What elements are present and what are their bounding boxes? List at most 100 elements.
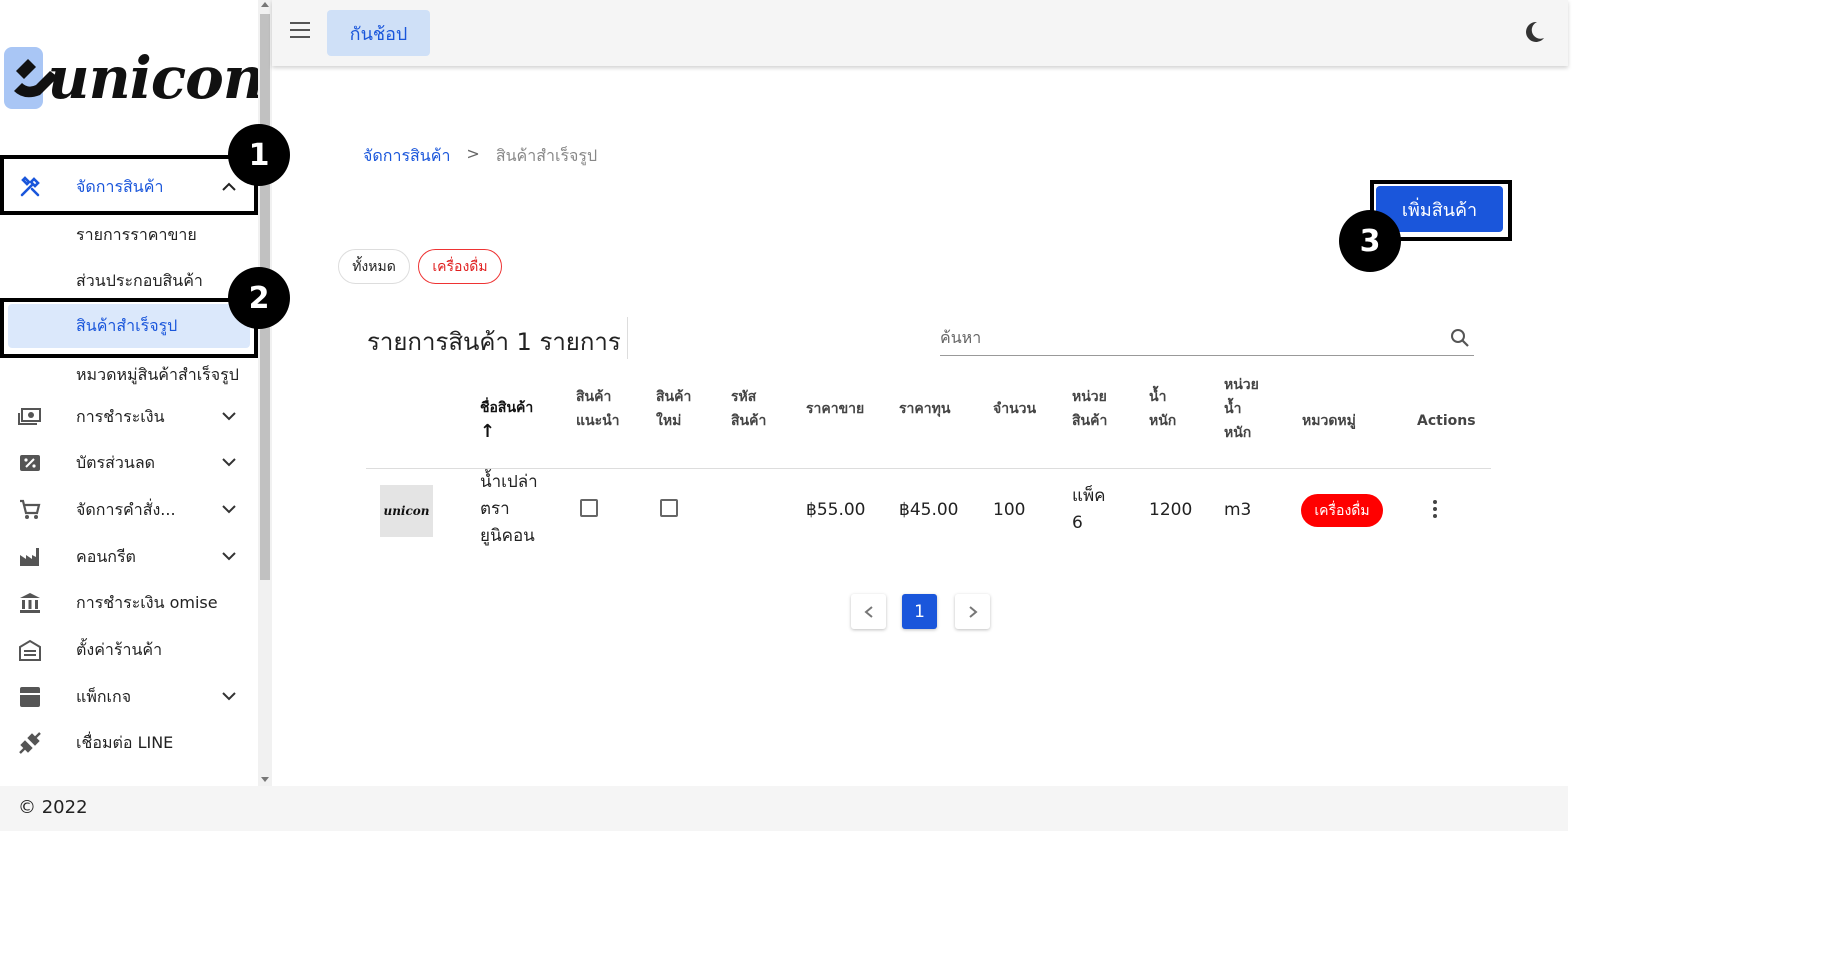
sidebar-item-label: คอนกรีต (76, 546, 136, 566)
column-header-label: หน่วย (1072, 389, 1107, 405)
store-name-button[interactable]: กันช้อป (327, 10, 430, 56)
chevron-down-icon (222, 552, 236, 561)
hamburger-menu-icon[interactable] (290, 22, 314, 42)
filter-chip-all[interactable]: ทั้งหมด (338, 249, 410, 284)
column-header-label: น้ำ (1149, 389, 1167, 405)
sidebar-item-store-settings[interactable]: ตั้งค่าร้านค้า (0, 627, 258, 673)
breadcrumb-link-manage-products[interactable]: จัดการสินค้า (363, 144, 450, 169)
cell-text: น้ำเปล่า (480, 472, 538, 492)
column-header-price[interactable]: ราคาขาย (806, 397, 864, 421)
package-icon (18, 686, 42, 708)
product-thumbnail[interactable]: unicon (380, 485, 433, 537)
new-product-checkbox[interactable] (660, 499, 678, 517)
column-header-weight[interactable]: น้ำ หนัก (1149, 385, 1176, 433)
cash-icon (18, 406, 42, 428)
cell-unit: แพ็ค 6 (1072, 483, 1106, 537)
column-header-category[interactable]: หมวดหมู่ (1302, 409, 1356, 433)
column-header-name[interactable]: ชื่อสินค้า ↑ (480, 396, 533, 444)
column-header-label: หนัก (1224, 425, 1252, 441)
cell-text: 6 (1072, 513, 1083, 533)
annotation-box-2 (0, 298, 258, 358)
sidebar: unicon จัดการสินค้า รายการราคาขาย ส่วนปร… (0, 0, 260, 786)
logo-mark-icon (4, 47, 58, 109)
coupon-icon (18, 452, 42, 474)
sidebar-item-label: การชำระเงิน omise (76, 592, 218, 612)
column-header-label: หนัก (1149, 413, 1177, 429)
sidebar-item-label: จัดการคำสั่ง... (76, 499, 176, 519)
sidebar-item-packages[interactable]: แพ็กเกจ (0, 674, 258, 720)
category-badge: เครื่องดื่ม (1301, 494, 1383, 527)
sidebar-item-payment[interactable]: การชำระเงิน (0, 394, 258, 440)
brand-logo[interactable]: unicon (4, 40, 260, 116)
annotation-badge-1: 1 (228, 124, 290, 186)
sort-arrow-icon[interactable]: ↑ (480, 420, 533, 444)
sidebar-item-line-connect[interactable]: เชื่อมต่อ LINE (0, 720, 258, 766)
cell-weight: 1200 (1149, 500, 1193, 520)
column-header-label: ใหม่ (656, 413, 682, 429)
cell-text: แพ็ค (1072, 486, 1106, 506)
plug-icon (18, 732, 42, 754)
pagination-page-current[interactable]: 1 (902, 594, 937, 629)
cell-product-name: น้ำเปล่า ตรา ยูนิคอน (480, 469, 538, 550)
column-header-label: หน่วย (1224, 377, 1259, 393)
annotation-badge-3: 3 (1339, 210, 1401, 272)
sidebar-subitem-components[interactable]: ส่วนประกอบสินค้า (0, 257, 258, 303)
chevron-left-icon (863, 605, 873, 618)
sidebar-subitem-label: รายการราคาขาย (76, 225, 197, 244)
recommended-checkbox[interactable] (580, 499, 598, 517)
sidebar-subitem-price-list[interactable]: รายการราคาขาย (0, 211, 258, 257)
sidebar-subitem-label: หมวดหมู่สินค้าสำเร็จรูป (76, 365, 239, 384)
sidebar-item-label: แพ็กเกจ (76, 686, 132, 706)
chevron-down-icon (222, 458, 236, 467)
copyright-text: © 2022 (18, 797, 88, 818)
bank-icon (18, 592, 42, 614)
scroll-down-arrow-icon[interactable] (261, 777, 269, 782)
search-field (940, 322, 1474, 356)
column-header-recommended[interactable]: สินค้า แนะนำ (576, 385, 620, 433)
sidebar-item-omise-payment[interactable]: การชำระเงิน omise (0, 580, 258, 626)
factory-icon (18, 546, 42, 568)
divider (627, 317, 628, 359)
column-header-label: ชื่อสินค้า (480, 400, 534, 416)
dark-mode-toggle-icon[interactable] (1522, 20, 1546, 44)
sidebar-scrollbar[interactable] (258, 0, 272, 786)
row-actions-kebab-icon[interactable] (1433, 500, 1439, 520)
breadcrumb-separator: > (466, 144, 480, 163)
pagination-prev-button[interactable] (851, 594, 886, 629)
column-header-label: น้ำ (1224, 401, 1242, 417)
chevron-down-icon (222, 412, 236, 421)
column-header-new[interactable]: สินค้า ใหม่ (656, 385, 691, 433)
footer: © 2022 (0, 786, 1568, 831)
column-header-label: สินค้า (731, 413, 767, 429)
chevron-right-icon (968, 605, 978, 618)
cell-weight-unit: m3 (1224, 500, 1252, 520)
product-list-title: รายการสินค้า 1 รายการ (367, 328, 621, 356)
cart-icon (18, 499, 42, 521)
column-header-label: สินค้า (576, 389, 612, 405)
cell-text: ยูนิคอน (480, 526, 535, 546)
column-header-quantity[interactable]: จำนวน (993, 397, 1036, 421)
pagination-next-button[interactable] (955, 594, 990, 629)
filter-chip-drink[interactable]: เครื่องดื่ม (418, 249, 502, 284)
column-header-weight-unit[interactable]: หน่วย น้ำ หนัก (1224, 373, 1259, 445)
column-header-label: สินค้า (656, 389, 692, 405)
search-input[interactable] (940, 322, 1420, 352)
cell-cost: ฿45.00 (899, 500, 959, 520)
sidebar-item-concrete[interactable]: คอนกรีต (0, 534, 258, 580)
column-header-unit[interactable]: หน่วย สินค้า (1072, 385, 1107, 433)
cell-text: ตรา (480, 499, 510, 519)
sidebar-subitem-label: ส่วนประกอบสินค้า (76, 271, 203, 290)
sidebar-item-coupons[interactable]: บัตรส่วนลด (0, 440, 258, 486)
column-header-code[interactable]: รหัส สินค้า (731, 385, 766, 433)
column-header-actions: Actions (1417, 413, 1476, 429)
breadcrumb-current: สินค้าสำเร็จรูป (495, 146, 598, 165)
scroll-up-arrow-icon[interactable] (261, 2, 269, 7)
brand-name: unicon (47, 44, 260, 112)
sidebar-item-orders[interactable]: จัดการคำสั่ง... (0, 487, 258, 533)
search-icon[interactable] (1450, 328, 1470, 348)
sidebar-item-label: การชำระเงิน (76, 406, 165, 426)
chevron-down-icon (222, 692, 236, 701)
cell-price: ฿55.00 (806, 500, 866, 520)
column-header-cost[interactable]: ราคาทุน (899, 397, 950, 421)
annotation-box-1 (0, 155, 258, 215)
